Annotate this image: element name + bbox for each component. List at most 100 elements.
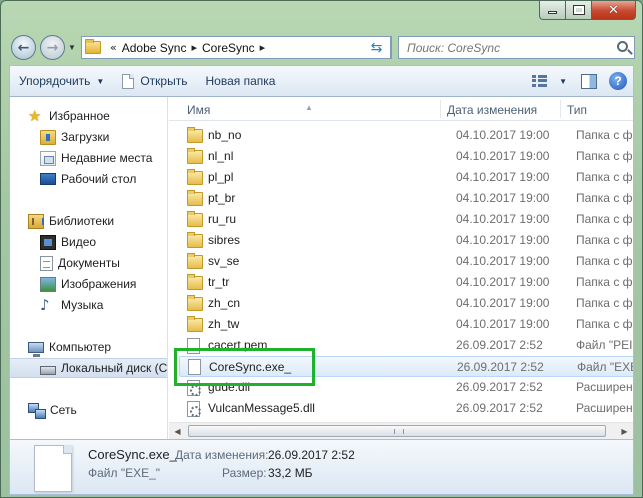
nav-video[interactable]: Видео (10, 232, 167, 252)
breadcrumb-coresync[interactable]: CoreSync (202, 41, 255, 55)
list-item[interactable]: sv_se 04.10.2017 19:00 Папка с ф (179, 251, 633, 272)
column-date[interactable]: Дата изменения (447, 103, 537, 117)
list-item[interactable]: gude.dll 26.09.2017 2:52 Расширен (179, 377, 633, 398)
content-area: ★ Избранное Загрузки Недавние места Рабоч… (9, 97, 634, 439)
computer-icon (28, 341, 44, 357)
maximize-button[interactable] (566, 1, 592, 20)
view-options-chevron-icon[interactable]: ▼ (559, 77, 567, 86)
desktop-icon (40, 173, 56, 185)
sort-ascending-icon: ▲ (305, 103, 313, 112)
refresh-icon: ⇆ (370, 39, 383, 55)
nav-recent-places[interactable]: Недавние места (10, 148, 167, 168)
breadcrumb-separator-icon[interactable]: ▸ (260, 41, 266, 54)
explorer-window: ✕ ← → ▼ « Adobe Sync ▸ CoreSync ▸ ▼ ⇆ Уп… (0, 0, 643, 498)
arrow-right-icon: → (46, 39, 59, 56)
nav-music[interactable]: ♪ Музыка (10, 295, 167, 315)
nav-network[interactable]: Сеть (10, 400, 167, 420)
close-button[interactable]: ✕ (592, 1, 636, 20)
refresh-button[interactable]: ⇆ (363, 36, 391, 59)
folder-icon (187, 252, 203, 269)
maximize-icon (572, 5, 585, 15)
minimize-icon (548, 11, 557, 14)
scroll-right-icon[interactable]: ▶ (616, 423, 633, 439)
details-size-value: 33,2 МБ (268, 466, 313, 480)
downloads-icon (40, 129, 56, 145)
list-item[interactable]: VulcanMessage5.dll 26.09.2017 2:52 Расшире… (179, 398, 633, 419)
folder-icon (187, 126, 203, 143)
nav-libraries[interactable]: Библиотеки (10, 211, 167, 231)
nav-favorites[interactable]: ★ Избранное (10, 106, 167, 126)
breadcrumb-adobe-sync[interactable]: Adobe Sync (122, 41, 187, 55)
address-bar[interactable]: « Adobe Sync ▸ CoreSync ▸ ▼ (81, 36, 392, 59)
list-item[interactable]: zh_tw 04.10.2017 19:00 Папка с ф (179, 314, 633, 335)
folder-icon (187, 210, 203, 227)
libraries-icon (28, 213, 44, 229)
images-icon (40, 276, 56, 292)
forward-button[interactable]: → (40, 35, 65, 60)
chevron-down-icon: ▼ (96, 76, 105, 86)
arrow-left-icon: ← (17, 39, 30, 56)
file-list: Имя ▲ Дата изменения Тип nb_no 04.10.2017… (169, 97, 633, 439)
search-input[interactable] (407, 40, 607, 55)
details-size-label: Размер: (222, 466, 267, 480)
organize-button[interactable]: Упорядочить ▼ (10, 66, 113, 96)
scroll-left-icon[interactable]: ◀ (169, 423, 186, 439)
scrollbar-thumb[interactable] (188, 425, 606, 437)
list-item[interactable]: nl_nl 04.10.2017 19:00 Папка с ф (179, 146, 633, 167)
search-box[interactable] (398, 36, 635, 59)
documents-icon (40, 255, 53, 271)
nav-downloads[interactable]: Загрузки (10, 127, 167, 147)
breadcrumb-separator-icon[interactable]: ▸ (191, 41, 197, 54)
folder-icon (187, 168, 203, 185)
change-view-icon[interactable] (532, 74, 548, 88)
list-item[interactable]: zh_cn 04.10.2017 19:00 Папка с ф (179, 293, 633, 314)
column-divider[interactable] (560, 100, 561, 118)
folder-icon (187, 294, 203, 311)
help-icon[interactable]: ? (609, 72, 627, 90)
navigation-pane: ★ Избранное Загрузки Недавние места Рабоч… (10, 97, 168, 439)
column-name[interactable]: Имя (187, 103, 210, 117)
nav-images[interactable]: Изображения (10, 274, 167, 294)
nav-desktop[interactable]: Рабочий стол (10, 169, 167, 189)
list-item[interactable]: tr_tr 04.10.2017 19:00 Папка с ф (179, 272, 633, 293)
column-headers: Имя ▲ Дата изменения Тип (169, 97, 633, 121)
details-file-name: CoreSync.exe_ (88, 447, 177, 462)
folder-icon (187, 189, 203, 206)
caption-buttons: ✕ (539, 1, 636, 21)
nav-local-disk[interactable]: Локальный диск (C (10, 358, 167, 378)
file-icon (187, 337, 200, 354)
recent-places-icon (40, 150, 56, 166)
list-item[interactable]: pt_br 04.10.2017 19:00 Папка с ф (179, 188, 633, 209)
preview-pane-icon[interactable] (581, 73, 597, 89)
folder-icon (85, 39, 101, 54)
video-icon (40, 234, 56, 250)
list-item[interactable]: ru_ru 04.10.2017 19:00 Папка с ф (179, 209, 633, 230)
back-button[interactable]: ← (11, 35, 36, 60)
details-pane: CoreSync.exe_ Файл "EXE_" Дата изменения… (9, 439, 634, 495)
list-item[interactable]: sibres 04.10.2017 19:00 Папка с ф (179, 230, 633, 251)
list-item[interactable]: cacert.pem 26.09.2017 2:52 Файл "PEI (179, 335, 633, 356)
search-icon[interactable] (617, 41, 628, 52)
column-type[interactable]: Тип (567, 103, 587, 117)
minimize-button[interactable] (539, 1, 566, 20)
list-item-selected[interactable]: CoreSync.exe_ 26.09.2017 2:52 Файл "EXE (179, 356, 633, 377)
close-icon: ✕ (608, 2, 619, 18)
list-item[interactable]: pl_pl 04.10.2017 19:00 Папка с ф (179, 167, 633, 188)
nav-computer[interactable]: Компьютер (10, 337, 167, 357)
overflow-chevron-icon[interactable]: « (110, 41, 117, 54)
command-bar: Упорядочить ▼ Открыть Новая папка ▼ ? (9, 65, 634, 97)
view-controls: ▼ ? (532, 66, 629, 96)
dll-file-icon (187, 400, 201, 417)
column-divider[interactable] (440, 100, 441, 118)
hard-disk-icon (40, 366, 56, 375)
new-folder-button[interactable]: Новая папка (196, 66, 284, 96)
recent-pages-button[interactable]: ▼ (68, 43, 77, 52)
list-item[interactable]: nb_no 04.10.2017 19:00 Папка с ф (179, 125, 633, 146)
new-folder-label: Новая папка (205, 74, 276, 88)
dll-file-icon (187, 379, 201, 396)
horizontal-scrollbar[interactable]: ◀ ▶ (169, 422, 633, 439)
navigation-bar: ← → ▼ « Adobe Sync ▸ CoreSync ▸ ▼ ⇆ (9, 32, 635, 62)
music-icon: ♪ (40, 295, 50, 314)
nav-documents[interactable]: Документы (10, 253, 167, 273)
open-button[interactable]: Открыть (113, 66, 196, 96)
